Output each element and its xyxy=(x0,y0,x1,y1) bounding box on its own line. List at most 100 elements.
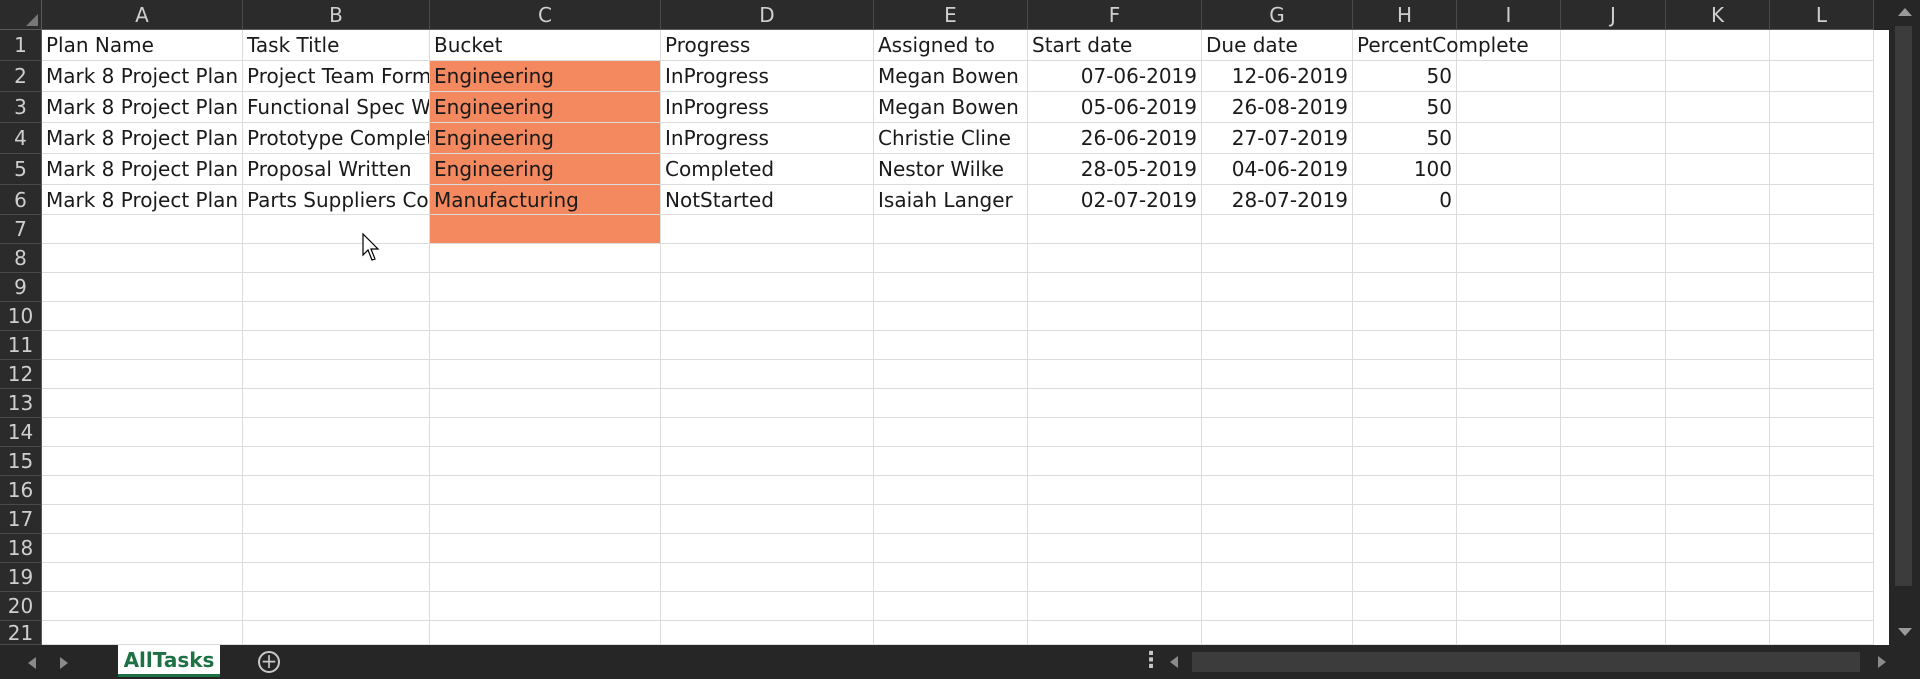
cell-f1[interactable]: Start date xyxy=(1028,30,1202,61)
cell-c15[interactable] xyxy=(430,447,661,476)
cell-f7[interactable] xyxy=(1028,215,1202,244)
cell-b4[interactable]: Prototype Complet xyxy=(243,123,430,154)
cell-k18[interactable] xyxy=(1666,534,1770,563)
cell-e19[interactable] xyxy=(874,563,1028,592)
cell-d9[interactable] xyxy=(661,273,874,302)
cell-j1[interactable] xyxy=(1561,30,1666,61)
cell-k16[interactable] xyxy=(1666,476,1770,505)
cell-b18[interactable] xyxy=(243,534,430,563)
cell-a8[interactable] xyxy=(42,244,243,273)
cell-i4[interactable] xyxy=(1457,123,1561,154)
scroll-down-icon[interactable] xyxy=(1898,628,1912,636)
cell-b13[interactable] xyxy=(243,389,430,418)
cell-h14[interactable] xyxy=(1353,418,1457,447)
cell-l1[interactable] xyxy=(1770,30,1874,61)
horizontal-scroll-thumb[interactable] xyxy=(1192,652,1860,672)
cell-h10[interactable] xyxy=(1353,302,1457,331)
cell-l4[interactable] xyxy=(1770,123,1874,154)
cell-l13[interactable] xyxy=(1770,389,1874,418)
cell-a9[interactable] xyxy=(42,273,243,302)
cell-d11[interactable] xyxy=(661,331,874,360)
column-header-b[interactable]: B xyxy=(243,0,430,30)
cell-h18[interactable] xyxy=(1353,534,1457,563)
select-all-button[interactable] xyxy=(0,0,42,30)
row-header-20[interactable]: 20 xyxy=(0,592,42,621)
row-header-10[interactable]: 10 xyxy=(0,302,42,331)
cell-i2[interactable] xyxy=(1457,61,1561,92)
cell-h3[interactable]: 50 xyxy=(1353,92,1457,123)
cell-h9[interactable] xyxy=(1353,273,1457,302)
cell-j7[interactable] xyxy=(1561,215,1666,244)
cell-b16[interactable] xyxy=(243,476,430,505)
row-header-15[interactable]: 15 xyxy=(0,447,42,476)
cell-i9[interactable] xyxy=(1457,273,1561,302)
add-sheet-icon[interactable]: + xyxy=(258,651,280,673)
cell-c16[interactable] xyxy=(430,476,661,505)
row-header-12[interactable]: 12 xyxy=(0,360,42,389)
cell-b5[interactable]: Proposal Written xyxy=(243,154,430,185)
cell-h2[interactable]: 50 xyxy=(1353,61,1457,92)
cell-d12[interactable] xyxy=(661,360,874,389)
cell-c6[interactable]: Manufacturing xyxy=(430,185,661,215)
cell-a12[interactable] xyxy=(42,360,243,389)
cell-c17[interactable] xyxy=(430,505,661,534)
cell-j9[interactable] xyxy=(1561,273,1666,302)
cell-i20[interactable] xyxy=(1457,592,1561,621)
scroll-right-icon[interactable] xyxy=(1878,656,1886,668)
cell-d21[interactable] xyxy=(661,621,874,645)
cell-h19[interactable] xyxy=(1353,563,1457,592)
cell-k4[interactable] xyxy=(1666,123,1770,154)
cell-l7[interactable] xyxy=(1770,215,1874,244)
cell-d15[interactable] xyxy=(661,447,874,476)
cell-c18[interactable] xyxy=(430,534,661,563)
cell-e3[interactable]: Megan Bowen xyxy=(874,92,1028,123)
cell-g21[interactable] xyxy=(1202,621,1353,645)
cell-d18[interactable] xyxy=(661,534,874,563)
cell-b2[interactable]: Project Team Form xyxy=(243,61,430,92)
cell-d10[interactable] xyxy=(661,302,874,331)
cell-c3[interactable]: Engineering xyxy=(430,92,661,123)
cell-c1[interactable]: Bucket xyxy=(430,30,661,61)
cell-b10[interactable] xyxy=(243,302,430,331)
cell-b3[interactable]: Functional Spec W xyxy=(243,92,430,123)
row-header-11[interactable]: 11 xyxy=(0,331,42,360)
row-header-6[interactable]: 6 xyxy=(0,185,42,215)
cell-g18[interactable] xyxy=(1202,534,1353,563)
cell-j10[interactable] xyxy=(1561,302,1666,331)
cell-c7[interactable] xyxy=(430,215,661,244)
cell-k9[interactable] xyxy=(1666,273,1770,302)
cell-a17[interactable] xyxy=(42,505,243,534)
column-header-l[interactable]: L xyxy=(1770,0,1874,30)
row-header-7[interactable]: 7 xyxy=(0,215,42,244)
cell-d19[interactable] xyxy=(661,563,874,592)
cell-e16[interactable] xyxy=(874,476,1028,505)
cell-e14[interactable] xyxy=(874,418,1028,447)
row-header-1[interactable]: 1 xyxy=(0,30,42,61)
cell-f9[interactable] xyxy=(1028,273,1202,302)
cell-e9[interactable] xyxy=(874,273,1028,302)
cell-c12[interactable] xyxy=(430,360,661,389)
row-header-3[interactable]: 3 xyxy=(0,92,42,123)
cell-f14[interactable] xyxy=(1028,418,1202,447)
cell-l18[interactable] xyxy=(1770,534,1874,563)
cell-a14[interactable] xyxy=(42,418,243,447)
cell-c21[interactable] xyxy=(430,621,661,645)
cell-k20[interactable] xyxy=(1666,592,1770,621)
cell-d13[interactable] xyxy=(661,389,874,418)
cell-k19[interactable] xyxy=(1666,563,1770,592)
cell-b17[interactable] xyxy=(243,505,430,534)
cell-b14[interactable] xyxy=(243,418,430,447)
row-header-2[interactable]: 2 xyxy=(0,61,42,92)
cell-f20[interactable] xyxy=(1028,592,1202,621)
cell-a11[interactable] xyxy=(42,331,243,360)
cell-e17[interactable] xyxy=(874,505,1028,534)
cell-a16[interactable] xyxy=(42,476,243,505)
cell-f19[interactable] xyxy=(1028,563,1202,592)
cell-l16[interactable] xyxy=(1770,476,1874,505)
cell-i11[interactable] xyxy=(1457,331,1561,360)
cell-h11[interactable] xyxy=(1353,331,1457,360)
cell-h16[interactable] xyxy=(1353,476,1457,505)
cell-e2[interactable]: Megan Bowen xyxy=(874,61,1028,92)
column-header-j[interactable]: J xyxy=(1561,0,1666,30)
cell-a6[interactable]: Mark 8 Project Plan xyxy=(42,185,243,215)
